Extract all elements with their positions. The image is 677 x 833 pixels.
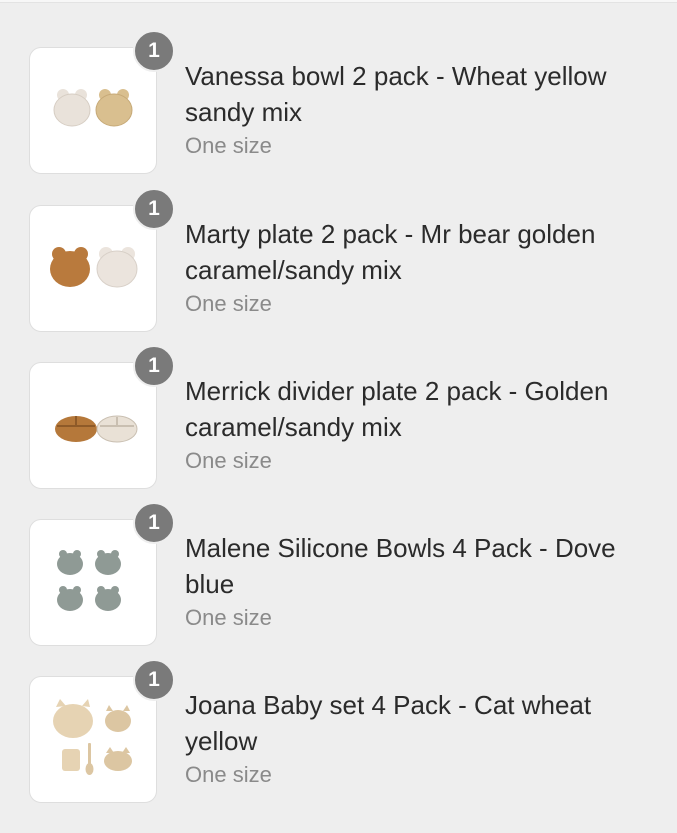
product-variant: One size [185,291,272,316]
product-thumbnail[interactable] [29,362,157,489]
product-title[interactable]: Marty plate 2 pack - Mr bear golden cara… [185,216,655,288]
cup-shape [62,749,80,771]
product-title[interactable]: Vanessa bowl 2 pack - Wheat yellow sandy… [185,58,655,130]
bear-bowl-shape [57,550,83,575]
bowl-set-image [57,550,121,611]
divider-plate-shape [96,415,138,443]
quantity-badge: 1 [133,30,175,72]
product-variant: One size [185,448,272,473]
cat-bowl-shape [104,747,132,771]
top-divider [0,0,677,3]
cart-item[interactable]: 1 Joana Baby set 4 Pack - Cat wheat yell… [0,659,677,803]
bear-plate-shape [50,247,90,287]
bowl-pair-image [53,89,133,127]
divider-plate-shape [55,416,97,442]
product-thumbnail[interactable] [29,205,157,332]
product-title[interactable]: Joana Baby set 4 Pack - Cat wheat yellow [185,687,655,759]
bear-bowl-shape [53,89,91,127]
quantity-badge: 1 [133,345,175,387]
bear-bowl-shape [95,89,133,127]
divider-plate-pair-image [55,415,138,443]
product-variant: One size [185,605,272,630]
cart-item[interactable]: 1 Merrick divider plate 2 pack - Golden … [0,345,677,489]
quantity-badge: 1 [133,659,175,701]
bear-bowl-shape [57,586,83,611]
cart-page: 1 Vanessa bowl 2 pack - Wheat yellow san… [0,0,677,833]
quantity-badge: 1 [133,188,175,230]
cart-item[interactable]: 1 Vanessa bowl 2 pack - Wheat yellow san… [0,30,677,174]
product-thumbnail[interactable] [29,676,157,803]
spoon-shape [85,743,94,775]
cat-plate-shape [53,699,93,738]
cart-item[interactable]: 1 Malene Silicone Bowls 4 Pack - Dove bl… [0,502,677,646]
quantity-badge: 1 [133,502,175,544]
bear-bowl-shape [95,586,121,611]
product-title[interactable]: Merrick divider plate 2 pack - Golden ca… [185,373,655,445]
product-thumbnail[interactable] [29,47,157,174]
product-thumbnail[interactable] [29,519,157,646]
product-variant: One size [185,762,272,787]
product-title[interactable]: Malene Silicone Bowls 4 Pack - Dove blue [185,530,655,602]
baby-set-image [53,699,132,775]
cart-item[interactable]: 1 Marty plate 2 pack - Mr bear golden ca… [0,188,677,332]
product-variant: One size [185,133,272,158]
plate-pair-image [50,247,138,288]
bear-bowl-shape [95,550,121,575]
bear-plate-shape [96,247,138,288]
cat-bowl-shape [105,705,131,732]
